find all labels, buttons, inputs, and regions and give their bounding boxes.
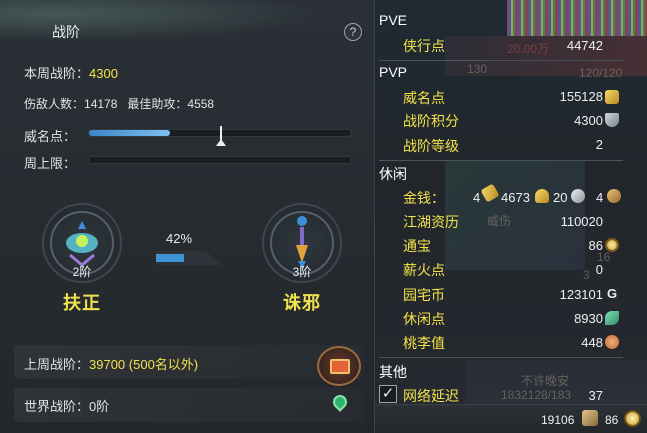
fire-points-label: 薪火点 xyxy=(403,262,445,278)
weekly-cap-label: 周上限： xyxy=(24,156,77,171)
weekly-rank-label: 本周战阶： xyxy=(24,66,90,81)
leisure-points-value: 8930 xyxy=(574,311,603,326)
leisure-points-label: 休闲点 xyxy=(403,311,445,327)
progress-bar xyxy=(156,251,222,265)
prestige-bar-fill xyxy=(89,130,171,136)
prestige-points-value: 155128 xyxy=(559,89,603,104)
tongbao-coin-icon xyxy=(605,238,619,252)
rank-score-value: 4300 xyxy=(574,113,603,128)
chivalry-points-label: 侠行点 xyxy=(403,38,445,54)
world-rank-label: 世界战阶： xyxy=(24,399,90,414)
progress-bar-fill xyxy=(156,254,184,262)
assist-value: 4558 xyxy=(187,97,215,111)
latency-label: 网络延迟 xyxy=(403,388,459,404)
tongbao-label: 通宝 xyxy=(403,238,431,254)
reward-chest-button[interactable] xyxy=(317,346,361,386)
bottom-left-value: 19106 xyxy=(541,413,575,427)
latency-checkbox[interactable]: ✓ xyxy=(379,385,397,403)
enemies-value: 14178 xyxy=(84,97,118,111)
assist-label: 最佳助攻： xyxy=(127,97,188,111)
coin-icon[interactable] xyxy=(624,410,641,427)
background-text: 3 xyxy=(583,268,590,282)
money-silver-value: 20 xyxy=(553,190,568,205)
last-week-label: 上周战阶： xyxy=(24,357,90,372)
rank-level-value: 2 xyxy=(595,137,603,152)
tongbao-value: 86 xyxy=(588,238,603,253)
leisure-leaf-icon xyxy=(605,311,619,325)
righteous-name: 扶正 xyxy=(63,293,101,313)
money-ingot-value: 4 xyxy=(473,190,481,205)
weekly-rank-value: 4300 xyxy=(89,66,118,81)
peach-plum-label: 桃李值 xyxy=(403,335,445,351)
pvp-section-title: PVP xyxy=(379,64,408,80)
prestige-label: 威名点： xyxy=(24,129,77,144)
last-week-row: 上周战阶：39700 (500名以外) xyxy=(24,354,198,373)
prestige-marker-icon xyxy=(216,139,226,146)
copper-icon xyxy=(607,189,621,203)
jianghu-seniority-label: 江湖资历 xyxy=(403,214,459,230)
gold-icon xyxy=(535,189,549,203)
background-buff-strip xyxy=(507,0,647,36)
world-rank-value: 0阶 xyxy=(89,399,110,414)
prestige-icon xyxy=(605,90,619,104)
currency-panel: 20.00万 130 120/120 威伤 不许晚安 1832128/183 1… xyxy=(375,0,647,433)
silver-icon xyxy=(571,189,585,203)
chivalry-points-value: 44742 xyxy=(566,38,603,53)
background-text: 1832128/183 xyxy=(501,388,572,402)
peach-icon xyxy=(605,335,619,349)
weekly-rank-row: 本周战阶：4300 xyxy=(24,63,118,82)
house-coin-value: 123101 xyxy=(559,287,603,302)
world-rank-row: 世界战阶：0阶 xyxy=(24,396,109,415)
character-icon[interactable] xyxy=(582,410,598,426)
money-copper-value: 4 xyxy=(596,190,604,205)
chest-icon xyxy=(330,359,350,374)
battle-rank-panel: 战阶 ? 本周战阶：4300 伤敌人数：14178 最佳助攻：4558 威名点： … xyxy=(0,0,375,433)
background-text: 威伤 xyxy=(487,214,512,228)
background-text: 120/120 xyxy=(579,66,623,80)
evil-slayer-tier: 3阶 xyxy=(292,265,312,279)
prestige-marker xyxy=(220,126,222,140)
rank-badge-icon xyxy=(605,113,619,127)
bottom-right-value: 86 xyxy=(605,413,619,427)
stats-row: 伤敌人数：14178 最佳助攻：4558 xyxy=(24,95,214,112)
latency-value: 37 xyxy=(588,388,603,403)
weekly-cap-bar xyxy=(88,156,352,164)
progress-percent: 42% xyxy=(166,231,193,246)
background-text: 不许晚安 xyxy=(521,374,570,388)
pve-section-title: PVE xyxy=(379,12,408,28)
money-label: 金钱： xyxy=(403,190,445,206)
help-button[interactable]: ? xyxy=(344,23,362,41)
jianghu-seniority-value: 110020 xyxy=(560,214,603,229)
leisure-section-title: 休闲 xyxy=(379,166,407,182)
background-text: 20.00万 xyxy=(507,42,550,56)
rank-level-label: 战阶等级 xyxy=(403,138,459,154)
other-section-title: 其他 xyxy=(379,364,407,380)
peach-plum-value: 448 xyxy=(581,335,603,350)
money-gold-value: 4673 xyxy=(501,190,530,205)
prestige-points-label: 威名点 xyxy=(403,90,445,106)
house-coin-icon: G xyxy=(606,286,618,301)
house-coin-label: 园宅币 xyxy=(403,287,445,303)
righteous-tier: 2阶 xyxy=(72,265,92,279)
last-week-value: 39700 (500名以外) xyxy=(89,357,199,372)
fire-points-value: 0 xyxy=(595,262,603,277)
evil-slayer-name: 诛邪 xyxy=(283,293,321,313)
background-text: 130 xyxy=(467,62,488,76)
rank-score-label: 战阶积分 xyxy=(403,113,459,129)
enemies-label: 伤敌人数： xyxy=(24,97,85,111)
panel-title: 战阶 xyxy=(52,24,80,40)
